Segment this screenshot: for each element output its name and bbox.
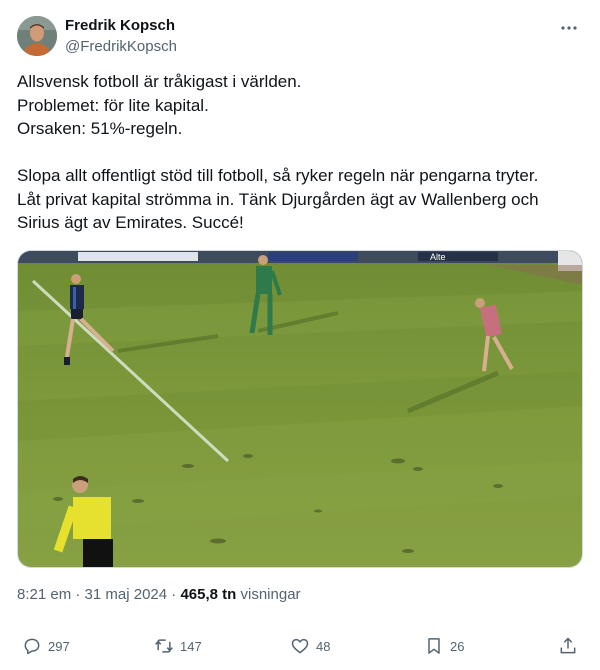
share-icon (560, 637, 576, 654)
like-icon (291, 638, 309, 654)
like-count: 48 (316, 638, 331, 654)
tweet-line: Sirius ägt av Emirates. Succé! (17, 213, 244, 232)
tweet-date[interactable]: 31 maj 2024 (85, 586, 168, 603)
action-bar: 297 147 48 26 (17, 634, 583, 658)
reply-icon (24, 638, 40, 655)
reply-button[interactable]: 297 (22, 634, 70, 658)
meta-separator: · (171, 586, 177, 603)
reply-count: 297 (48, 638, 70, 654)
tweet-line: Låt privat kapital strömma in. Tänk Djur… (17, 189, 539, 209)
ad-board-text: Alte (430, 252, 446, 262)
views-count: 465,8 tn (180, 586, 237, 603)
tweet-line: Problemet: för lite kapital. (17, 95, 209, 115)
tweet-photo[interactable]: Alte (17, 250, 583, 568)
views-label: visningar (240, 586, 301, 603)
more-icon[interactable] (557, 16, 581, 40)
bookmark-count: 26 (450, 638, 465, 654)
meta-separator: · (75, 586, 81, 603)
repost-icon (155, 639, 173, 653)
repost-count: 147 (180, 638, 202, 654)
tweet-line: Allsvensk fotboll är tråkigast i världen… (17, 72, 302, 91)
like-button[interactable]: 48 (290, 634, 330, 658)
author-name[interactable]: Fredrik Kopsch (65, 17, 175, 34)
avatar[interactable] (17, 16, 57, 56)
repost-button[interactable]: 147 (154, 634, 202, 658)
football-pitch-photo: Alte (18, 251, 582, 567)
bookmark-button[interactable]: 26 (424, 634, 464, 658)
tweet-time[interactable]: 8:21 em (17, 586, 71, 603)
author-handle[interactable]: @FredrikKopsch (65, 38, 177, 55)
avatar-image (17, 16, 57, 56)
share-button[interactable] (558, 634, 578, 658)
tweet-meta: 8:21 em · 31 maj 2024 · 465,8 tn visning… (17, 586, 301, 603)
tweet-line: Slopa allt offentligt stöd till fotboll,… (17, 166, 539, 185)
bookmark-icon (428, 638, 440, 654)
tweet-text: Allsvensk fotboll är tråkigast i världen… (17, 70, 583, 235)
tweet-line: Orsaken: 51%-regeln. (17, 119, 183, 138)
tweet-header: Fredrik Kopsch @FredrikKopsch (17, 16, 583, 58)
